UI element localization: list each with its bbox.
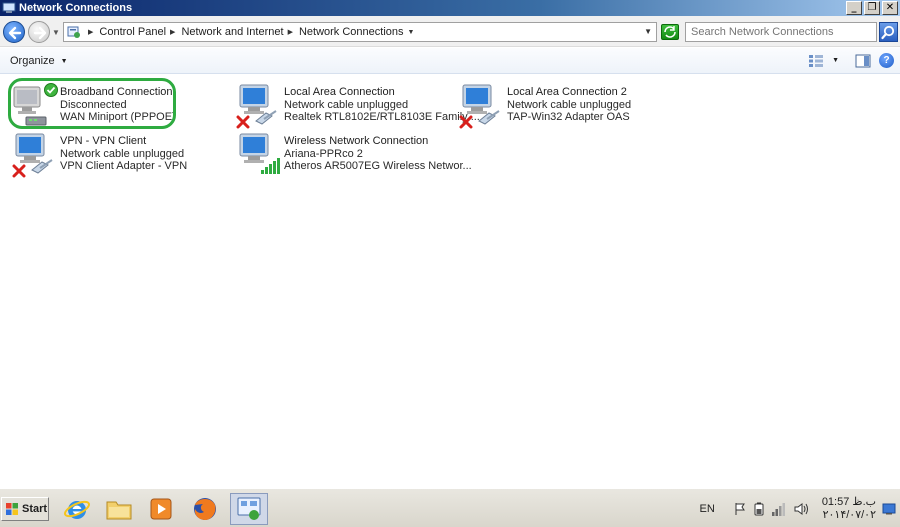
- taskbar-media-player[interactable]: [142, 493, 180, 525]
- back-arrow-icon: [8, 26, 22, 40]
- show-desktop-icon[interactable]: [882, 503, 896, 515]
- taskbar-firefox[interactable]: [186, 493, 224, 525]
- connection-status: Network cable unplugged: [507, 98, 632, 111]
- breadcrumb-label: Control Panel: [99, 26, 167, 38]
- network-signal-tray-icon[interactable]: [771, 502, 787, 516]
- minimize-button[interactable]: _: [846, 1, 862, 15]
- connection-status: Ariana-PPRco 2: [284, 147, 363, 160]
- breadcrumb-label: Network and Internet: [181, 26, 284, 38]
- connection-device: Realtek RTL8102E/RTL8103E Family ...: [284, 111, 480, 123]
- breadcrumb-network-and-internet[interactable]: Network and Internet ▶: [181, 26, 299, 38]
- address-bar-row: ▼ ▶ Control Panel ▶ Network and Internet ▶…: [0, 16, 900, 47]
- connection-item-local-area[interactable]: Local Area Connection Network cable unpl…: [234, 83, 480, 129]
- search-input[interactable]: [685, 22, 877, 42]
- battery-icon[interactable]: [754, 502, 764, 516]
- connection-device: VPN Client Adapter - VPN: [60, 160, 188, 172]
- organize-menu-button[interactable]: Organize ▼: [10, 55, 68, 67]
- breadcrumb-network-connections[interactable]: Network Connections ▼: [299, 26, 421, 38]
- command-bar: Organize ▼ ▼ ?: [0, 48, 900, 74]
- address-breadcrumb[interactable]: ▶ Control Panel ▶ Network and Internet ▶ N…: [63, 22, 657, 42]
- network-connections-app-icon: [2, 2, 16, 13]
- error-x-icon: [12, 164, 26, 178]
- signal-strength-icon: [261, 158, 280, 174]
- system-clock[interactable]: 01:57 ب.ظ ۲۰۱۴/۰۷/۰۲: [822, 496, 876, 522]
- start-label: Start: [22, 503, 48, 515]
- taskbar-internet-explorer[interactable]: [58, 493, 96, 525]
- network-window-icon: [237, 497, 261, 520]
- view-controls: ▼ ?: [808, 53, 894, 68]
- firefox-icon: [194, 498, 216, 520]
- control-panel-icon: [67, 26, 80, 38]
- connection-name: Local Area Connection: [284, 86, 395, 98]
- chevron-down-icon: ▼: [60, 57, 68, 65]
- volume-icon[interactable]: [794, 502, 810, 516]
- folder-icon: [106, 501, 132, 520]
- system-tray: EN 01:57 ب.ظ ۲۰۱۴/۰۷/۰۲: [700, 493, 900, 525]
- breadcrumb-control-panel[interactable]: Control Panel ▶: [99, 26, 181, 38]
- forward-arrow-icon: [33, 26, 47, 40]
- close-button[interactable]: ✕: [882, 1, 898, 15]
- breadcrumb-label: Network Connections: [298, 26, 404, 38]
- connections-list: Broadband Connection Disconnected WAN Mi…: [0, 75, 900, 487]
- back-button[interactable]: [3, 21, 25, 43]
- window-controls: _ ❐ ✕: [846, 1, 898, 15]
- refresh-button[interactable]: [661, 24, 679, 40]
- connection-item-vpn[interactable]: VPN - VPN Client Network cable unplugged…: [10, 132, 187, 178]
- search-icon: [881, 25, 895, 40]
- preview-pane-icon[interactable]: [855, 54, 871, 68]
- taskbar-network-connections[interactable]: [230, 493, 268, 525]
- media-player-icon: [150, 498, 172, 520]
- connection-status: Network cable unplugged: [60, 147, 185, 160]
- connection-device: Atheros AR5007EG Wireless Networ...: [284, 160, 472, 172]
- start-button[interactable]: Start: [1, 497, 49, 521]
- connection-item-wireless[interactable]: Wireless Network Connection Ariana-PPRco…: [234, 132, 472, 178]
- windows-logo-icon: [6, 503, 18, 515]
- breadcrumb-root-arrow[interactable]: ▶: [86, 28, 99, 36]
- view-dropdown-icon[interactable]: ▼: [832, 57, 839, 64]
- error-x-icon: [236, 115, 250, 129]
- taskbar-file-explorer[interactable]: [100, 493, 138, 525]
- search-button[interactable]: [879, 22, 898, 42]
- help-icon[interactable]: ?: [879, 53, 894, 68]
- language-indicator[interactable]: EN: [700, 503, 715, 515]
- refresh-icon: [664, 26, 676, 38]
- error-x-icon: [459, 115, 473, 129]
- clock-time: 01:57 ب.ظ: [821, 496, 876, 508]
- window-title: Network Connections: [19, 2, 133, 14]
- connection-name: Wireless Network Connection: [284, 135, 429, 147]
- internet-explorer-icon: [64, 500, 90, 519]
- clock-date: ۲۰۱۴/۰۷/۰۲: [822, 509, 876, 521]
- change-view-icon[interactable]: [808, 54, 824, 68]
- restore-button[interactable]: ❐: [864, 1, 880, 15]
- highlight-annotation-ring: [8, 78, 176, 129]
- connection-name: Local Area Connection 2: [507, 86, 627, 98]
- forward-button[interactable]: [28, 21, 50, 43]
- address-dropdown-icon[interactable]: ▼: [644, 27, 652, 36]
- connection-device: TAP-Win32 Adapter OAS: [507, 111, 630, 123]
- connection-status: Network cable unplugged: [284, 98, 409, 111]
- title-bar[interactable]: Network Connections _ ❐ ✕: [0, 0, 900, 16]
- connection-item-local-area-2[interactable]: Local Area Connection 2 Network cable un…: [457, 83, 631, 129]
- organize-label: Organize: [10, 55, 55, 67]
- taskbar: Start EN 01:57 ب.ظ ۲۰۱۴/۰۷/۰۲: [0, 488, 900, 527]
- recent-pages-dropdown-icon[interactable]: ▼: [52, 28, 60, 37]
- action-center-flag-icon[interactable]: [733, 502, 747, 516]
- connection-name: VPN - VPN Client: [60, 135, 147, 147]
